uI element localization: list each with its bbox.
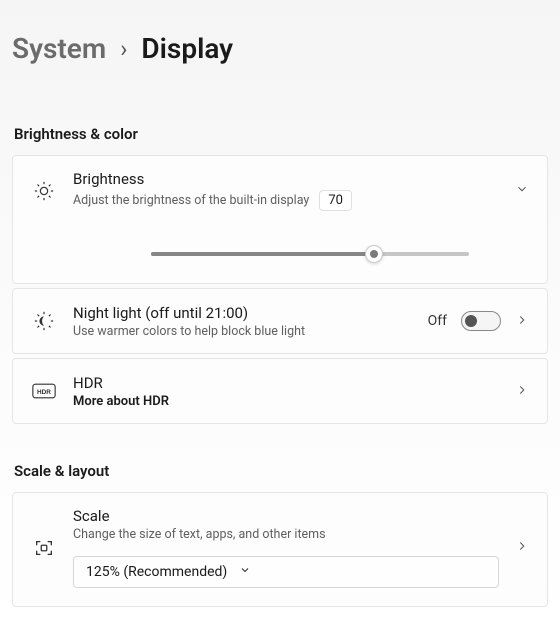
- chevron-down-icon: [239, 564, 251, 580]
- slider-thumb[interactable]: [365, 245, 383, 263]
- chevron-down-icon[interactable]: [515, 181, 529, 200]
- svg-text:HDR: HDR: [37, 389, 51, 396]
- chevron-right-icon[interactable]: [515, 312, 529, 331]
- chevron-right-icon[interactable]: [515, 538, 529, 557]
- scale-icon: [31, 537, 57, 559]
- brightness-value: 70: [319, 190, 352, 211]
- chevron-right-icon[interactable]: [515, 382, 529, 401]
- night-light-subtitle: Use warmer colors to help block blue lig…: [73, 324, 412, 339]
- night-light-title: Night light (off until 21:00): [73, 304, 412, 322]
- hdr-icon: HDR: [31, 382, 57, 400]
- scale-dropdown[interactable]: 125% (Recommended): [73, 556, 499, 588]
- night-light-toggle[interactable]: [461, 311, 501, 331]
- brightness-subtitle: Adjust the brightness of the built-in di…: [73, 193, 309, 208]
- section-header-scale-layout: Scale & layout: [14, 462, 548, 480]
- hdr-title: HDR: [73, 374, 499, 392]
- brightness-slider[interactable]: [151, 245, 469, 263]
- section-header-brightness-color: Brightness & color: [14, 125, 548, 143]
- brightness-icon: [31, 180, 57, 202]
- hdr-card[interactable]: HDR HDR More about HDR: [12, 358, 548, 424]
- night-light-state-label: Off: [428, 313, 447, 329]
- breadcrumb: System › Display: [12, 32, 548, 65]
- night-light-card[interactable]: Night light (off until 21:00) Use warmer…: [12, 288, 548, 354]
- brightness-title: Brightness: [73, 170, 499, 188]
- scale-title: Scale: [73, 507, 499, 525]
- breadcrumb-parent[interactable]: System: [12, 32, 106, 65]
- scale-dropdown-value: 125% (Recommended): [86, 564, 227, 580]
- scale-subtitle: Change the size of text, apps, and other…: [73, 527, 499, 542]
- night-light-icon: [31, 310, 57, 332]
- brightness-card: Brightness Adjust the brightness of the …: [12, 155, 548, 284]
- page-title: Display: [141, 32, 233, 65]
- chevron-right-icon: ›: [120, 35, 127, 63]
- scale-card[interactable]: Scale Change the size of text, apps, and…: [12, 492, 548, 607]
- hdr-more-link[interactable]: More about HDR: [73, 394, 499, 409]
